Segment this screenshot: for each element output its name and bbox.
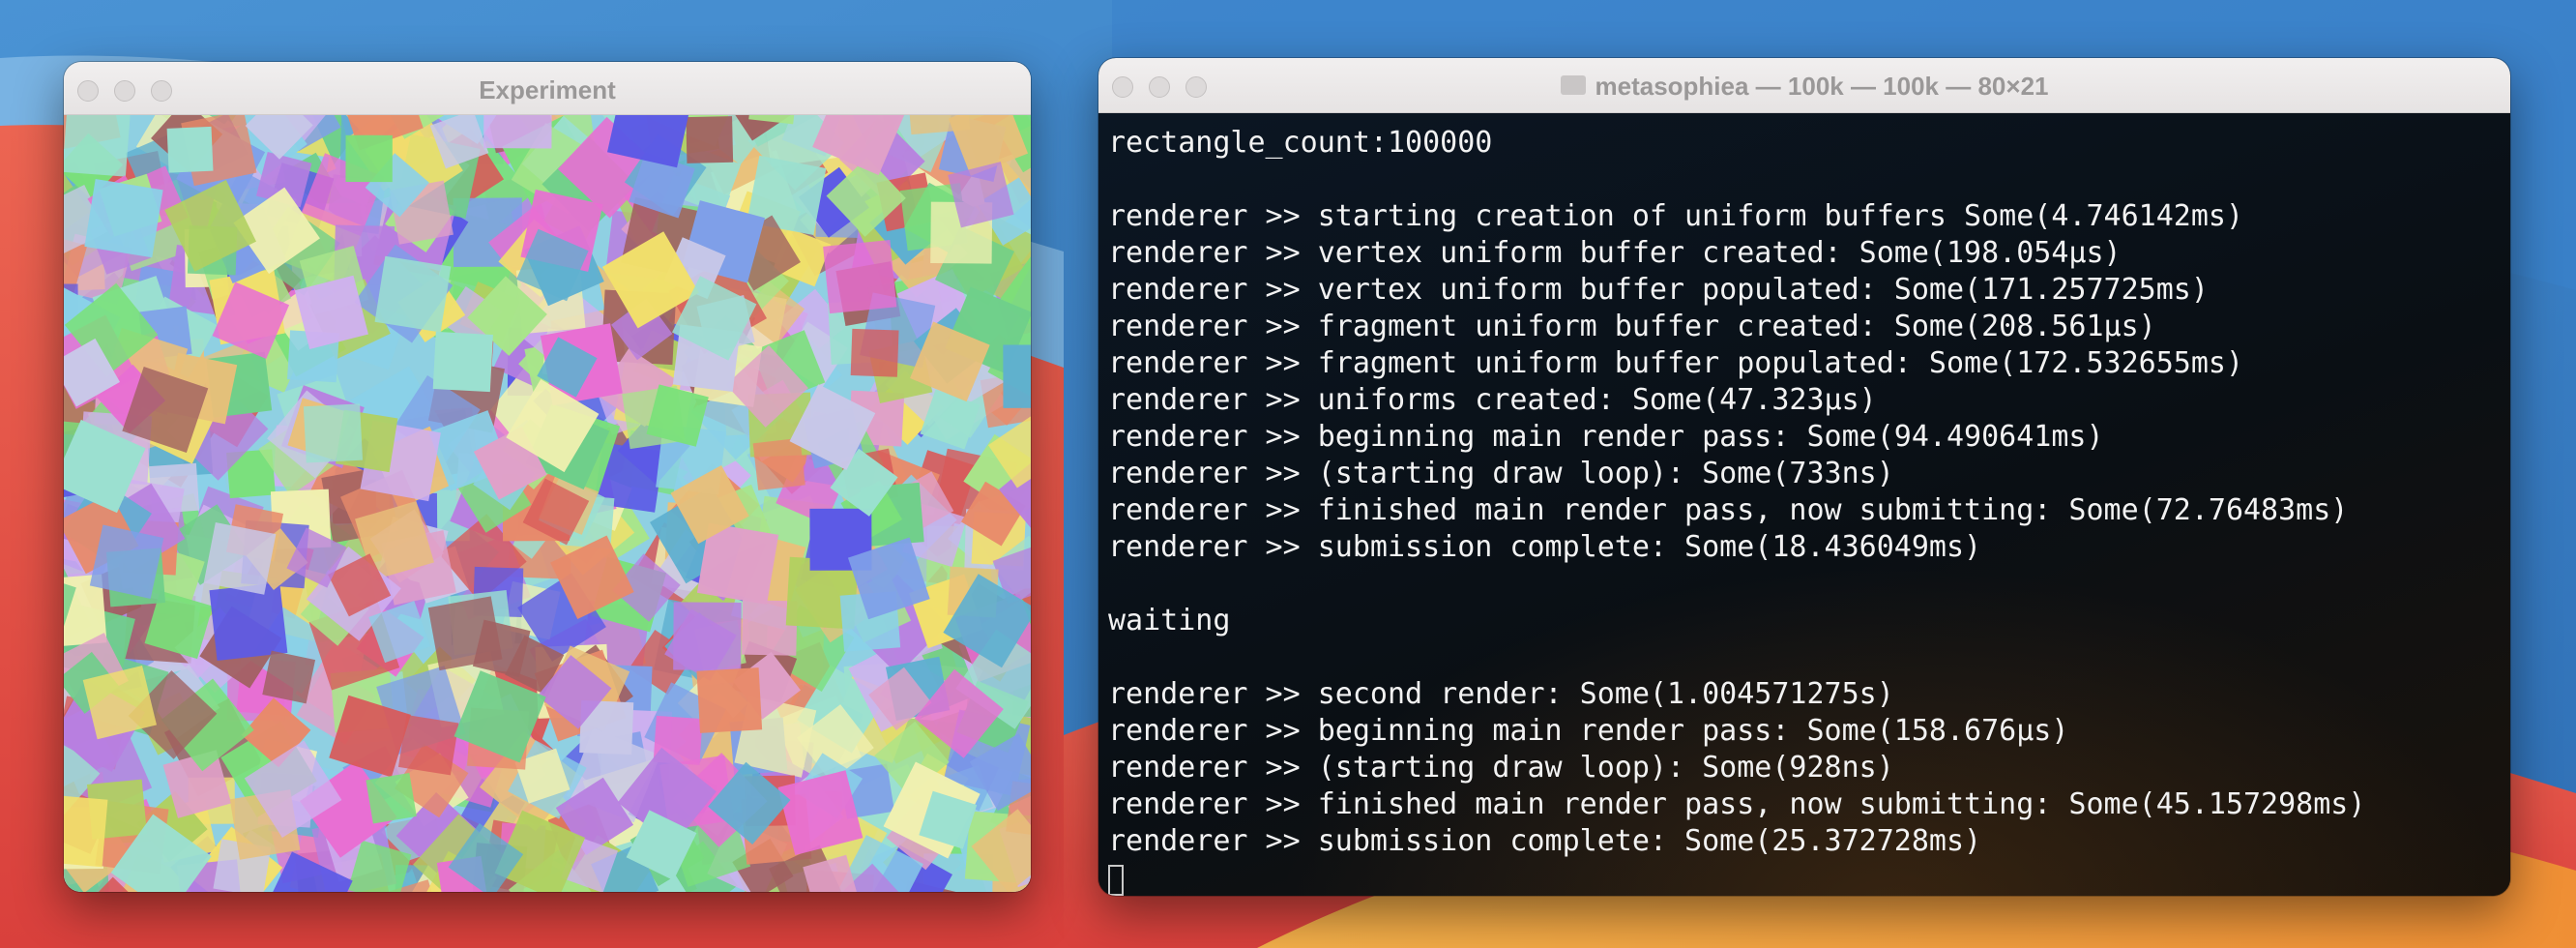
folder-icon: [1560, 75, 1586, 96]
rendered-rectangle: [84, 179, 163, 258]
text-cursor: [1108, 864, 1124, 896]
terminal-line: renderer >> (starting draw loop): Some(7…: [1108, 457, 1894, 490]
rendered-rectangle: [345, 134, 393, 183]
rendered-rectangle: [850, 328, 899, 377]
terminal-line: rectangle_count:100000: [1108, 126, 1493, 160]
rendered-rectangle: [483, 79, 552, 149]
terminal-prompt-line[interactable]: [1108, 860, 2510, 896]
rendered-rectangle: [673, 602, 742, 670]
rendered-rectangle: [686, 116, 734, 163]
terminal-title: metasophiea — 100k — 100k — 80×21: [1098, 72, 2510, 102]
rendered-rectangle: [397, 714, 459, 776]
terminal-line: renderer >> (starting draw loop): Some(9…: [1108, 751, 1894, 785]
rendered-rectangle: [89, 524, 164, 599]
terminal-line: renderer >> submission complete: Some(25…: [1108, 824, 1982, 858]
rendered-rectangle: [427, 596, 503, 671]
render-canvas[interactable]: [64, 62, 1031, 892]
window-title: Experiment: [479, 75, 616, 104]
terminal-line: renderer >> beginning main render pass: …: [1108, 714, 2069, 748]
rendered-rectangle: [303, 403, 364, 463]
rendered-rectangle: [64, 108, 131, 177]
rendered-rectangle: [203, 522, 277, 595]
terminal-line: renderer >> submission complete: Some(18…: [1108, 530, 1982, 564]
experiment-window[interactable]: Experiment: [64, 62, 1031, 892]
terminal-line: renderer >> beginning main render pass: …: [1108, 420, 2104, 454]
terminal-line: renderer >> starting creation of uniform…: [1108, 199, 2243, 233]
terminal-line: renderer >> uniforms created: Some(47.32…: [1108, 383, 1877, 417]
terminal-line: renderer >> vertex uniform buffer create…: [1108, 236, 2122, 270]
rendered-rectangle: [209, 582, 288, 662]
terminal-title-text: metasophiea — 100k — 100k — 80×21: [1595, 72, 2049, 101]
terminal-line: renderer >> finished main render pass, n…: [1108, 493, 2349, 527]
terminal-line: renderer >> finished main render pass, n…: [1108, 787, 2366, 821]
rendered-rectangle: [752, 437, 805, 490]
experiment-titlebar[interactable]: Experiment: [64, 62, 1031, 115]
terminal-line: waiting: [1108, 604, 1231, 637]
rendered-rectangle: [64, 793, 108, 868]
rendered-rectangle: [1003, 344, 1031, 408]
terminal-line: renderer >> vertex uniform buffer popula…: [1108, 273, 2209, 307]
rendered-rectangle: [366, 772, 417, 824]
rendered-rectangle: [262, 650, 316, 704]
rendered-rectangle: [696, 667, 763, 733]
terminal-titlebar[interactable]: metasophiea — 100k — 100k — 80×21: [1098, 58, 2510, 113]
rendered-rectangle: [432, 331, 493, 393]
terminal-line: renderer >> second render: Some(1.004571…: [1108, 677, 1894, 711]
terminal-output[interactable]: rectangle_count:100000 renderer >> starti…: [1098, 113, 2510, 896]
terminal-line: renderer >> fragment uniform buffer popu…: [1108, 346, 2243, 380]
terminal-lines: rectangle_count:100000 renderer >> starti…: [1108, 125, 2510, 860]
terminal-window[interactable]: metasophiea — 100k — 100k — 80×21 rectan…: [1098, 58, 2510, 896]
terminal-line: renderer >> fragment uniform buffer crea…: [1108, 310, 2156, 343]
rectangles-render: [64, 62, 1031, 892]
rendered-rectangle: [374, 255, 452, 333]
rendered-rectangle: [166, 126, 214, 173]
rendered-rectangle: [823, 240, 897, 314]
